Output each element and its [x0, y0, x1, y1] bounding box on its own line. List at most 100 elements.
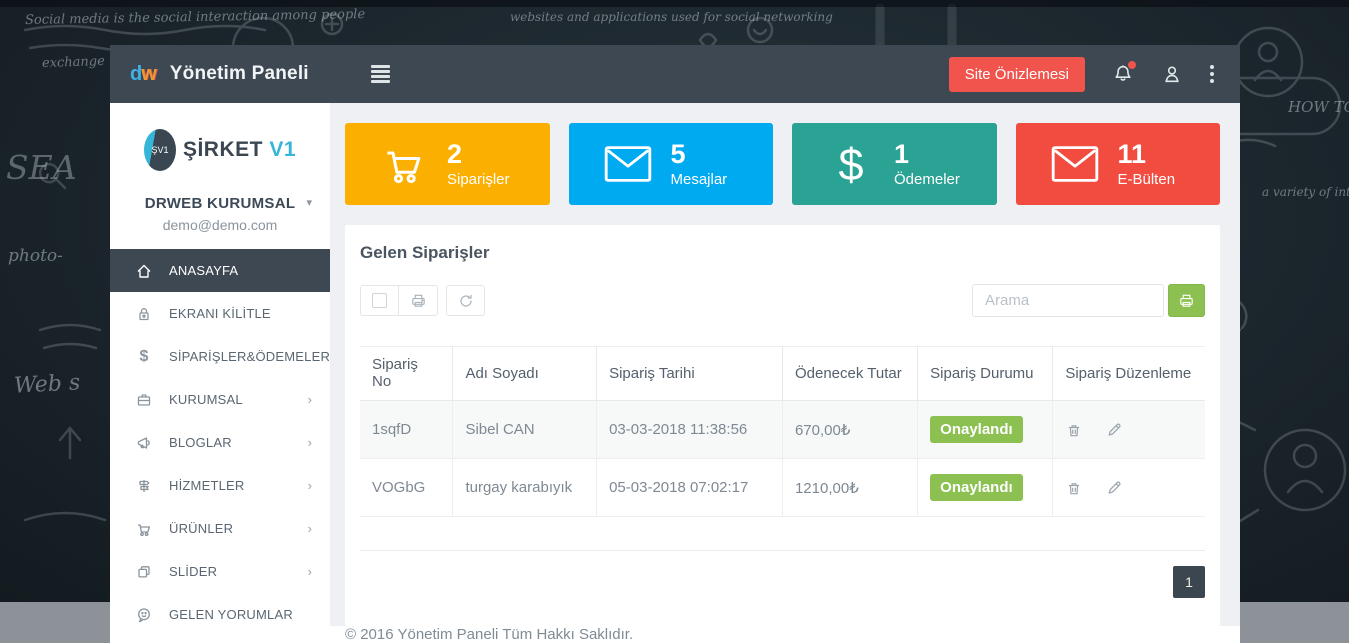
- account-caret-down-icon[interactable]: ▾: [306, 196, 312, 209]
- table-row: VOGbG turgay karabıyık 05-03-2018 07:02:…: [360, 459, 1205, 517]
- chalk-text: exchange: [42, 54, 105, 71]
- main-content: 2 Siparişler 5 Mesajlar: [330, 103, 1240, 643]
- mail-icon: [1044, 145, 1106, 183]
- sidebar-item-label: GELEN YORUMLAR: [169, 607, 293, 622]
- sidebar-item-hizmetler[interactable]: HİZMETLER ›: [110, 464, 330, 507]
- col-header-siparis-no: Sipariş No: [360, 347, 453, 401]
- stat-value: 2: [447, 140, 510, 168]
- cell-order-no: VOGbG: [360, 459, 453, 517]
- layers-icon: [134, 563, 154, 581]
- signpost-icon: [134, 477, 154, 495]
- sidebar-item-bloglar[interactable]: BLOGLAR ›: [110, 421, 330, 464]
- company-logo-badge: ŞV1: [144, 129, 176, 171]
- notification-badge-dot: [1128, 61, 1136, 69]
- cell-customer-name: turgay karabıyık: [453, 459, 597, 517]
- chalk-text: websites and applications used for socia…: [510, 10, 833, 24]
- select-all-button[interactable]: [360, 285, 399, 316]
- print-button[interactable]: [399, 285, 438, 316]
- top-navbar: dw Yönetim Paneli Site Önizlemesi: [110, 45, 1240, 103]
- background-gray-patch: [0, 602, 110, 643]
- dollar-icon: $: [820, 142, 882, 187]
- stat-card-mesajlar[interactable]: 5 Mesajlar: [569, 123, 774, 205]
- company-version: V1: [269, 138, 296, 161]
- company-name: ŞİRKET: [183, 138, 263, 161]
- page-1-button[interactable]: 1: [1173, 566, 1205, 598]
- table-header-row: Sipariş No Adı Soyadı Sipariş Tarihi Öde…: [360, 347, 1205, 401]
- stat-card-ebulten[interactable]: 11 E-Bülten: [1016, 123, 1221, 205]
- lock-icon: [134, 305, 154, 323]
- stat-label: Ödemeler: [894, 171, 960, 188]
- app-logo[interactable]: dw: [130, 63, 156, 86]
- stat-value: 5: [671, 140, 728, 168]
- sidebar-item-label: HİZMETLER: [169, 478, 244, 493]
- sidebar-item-label: SİPARİŞLER&ÖDEMELER: [169, 349, 330, 364]
- col-header-odenecek-tutar: Ödenecek Tutar: [782, 347, 917, 401]
- sidebar-item-slider[interactable]: SLİDER ›: [110, 550, 330, 593]
- orders-toolbar: [360, 284, 1205, 317]
- notifications-bell-icon[interactable]: [1112, 63, 1134, 85]
- sidebar-item-label: ÜRÜNLER: [169, 521, 233, 536]
- sidebar-menu: ANASAYFA EKRANI KİLİTLE $ SİPARİŞLER&ÖDE…: [110, 249, 330, 636]
- dollar-icon: $: [134, 348, 154, 366]
- chevron-right-icon: ›: [308, 392, 312, 407]
- panel-title: Gelen Siparişler: [360, 243, 1205, 263]
- chalk-text: photo-: [8, 246, 63, 266]
- sidebar-item-label: ANASAYFA: [169, 263, 238, 278]
- sidebar-item-label: BLOGLAR: [169, 435, 232, 450]
- sidebar-toggle-icon[interactable]: [371, 65, 390, 83]
- col-header-siparis-tarihi: Sipariş Tarihi: [597, 347, 783, 401]
- cell-order-date: 03-03-2018 11:38:56: [597, 401, 783, 459]
- app-body: ŞV1 ŞİRKET V1 DRWEB KURUMSAL ▾ demo@demo…: [110, 103, 1240, 643]
- stat-label: Mesajlar: [671, 171, 728, 188]
- status-badge: Onaylandı: [930, 474, 1023, 501]
- app-title: Yönetim Paneli: [170, 63, 309, 85]
- cell-amount: 1210,00₺: [782, 459, 917, 517]
- status-badge: Onaylandı: [930, 416, 1023, 443]
- cell-order-no: 1sqfD: [360, 401, 453, 459]
- delete-icon[interactable]: [1065, 479, 1083, 497]
- orders-panel: Gelen Siparişler: [345, 225, 1220, 626]
- sidebar-item-anasayfa[interactable]: ANASAYFA: [110, 249, 330, 292]
- cell-order-date: 05-03-2018 07:02:17: [597, 459, 783, 517]
- chevron-right-icon: ›: [308, 564, 312, 579]
- chevron-right-icon: ›: [308, 435, 312, 450]
- sidebar-item-ekrani-kilitle[interactable]: EKRANI KİLİTLE: [110, 292, 330, 335]
- sidebar-item-siparisler-odemeler[interactable]: $ SİPARİŞLER&ÖDEMELER ›: [110, 335, 330, 378]
- select-all-checkbox[interactable]: [372, 293, 387, 308]
- copyright-text: © 2016 Yönetim Paneli Tüm Hakkı Saklıdır…: [345, 626, 633, 643]
- stat-card-siparisler[interactable]: 2 Siparişler: [345, 123, 550, 205]
- sidebar-item-gelen-yorumlar[interactable]: GELEN YORUMLAR: [110, 593, 330, 636]
- sidebar-item-label: KURUMSAL: [169, 392, 243, 407]
- sidebar-item-kurumsal[interactable]: KURUMSAL ›: [110, 378, 330, 421]
- col-header-siparis-durumu: Sipariş Durumu: [918, 347, 1053, 401]
- background-top-strip: [0, 0, 1349, 7]
- stat-label: E-Bülten: [1118, 171, 1176, 188]
- comment-smile-icon: [134, 606, 154, 624]
- refresh-button[interactable]: [446, 285, 485, 316]
- admin-panel-window: dw Yönetim Paneli Site Önizlemesi: [110, 45, 1240, 643]
- briefcase-icon: [134, 391, 154, 409]
- search-print-button[interactable]: [1168, 284, 1205, 317]
- chevron-right-icon: ›: [308, 521, 312, 536]
- pagination: 1: [360, 566, 1205, 598]
- more-options-icon[interactable]: [1210, 65, 1214, 83]
- user-profile-icon[interactable]: [1161, 63, 1183, 85]
- table-row: 1sqfD Sibel CAN 03-03-2018 11:38:56 670,…: [360, 401, 1205, 459]
- company-logo: ŞV1 ŞİRKET V1: [110, 129, 330, 171]
- edit-pencil-icon[interactable]: [1105, 420, 1124, 439]
- content-inner: 2 Siparişler 5 Mesajlar: [330, 103, 1240, 626]
- stat-card-odemeler[interactable]: $ 1 Ödemeler: [792, 123, 997, 205]
- chevron-right-icon: ›: [308, 478, 312, 493]
- site-preview-button[interactable]: Site Önizlemesi: [949, 57, 1085, 92]
- delete-icon[interactable]: [1065, 421, 1083, 439]
- edit-pencil-icon[interactable]: [1105, 478, 1124, 497]
- chalk-text: Web s: [13, 370, 80, 398]
- stat-value: 1: [894, 140, 960, 168]
- sidebar-item-urunler[interactable]: ÜRÜNLER ›: [110, 507, 330, 550]
- account-email: demo@demo.com: [110, 217, 330, 233]
- footer: © 2016 Yönetim Paneli Tüm Hakkı Saklıdır…: [330, 626, 1240, 643]
- stat-value: 11: [1118, 140, 1176, 168]
- chalk-text: HOW TO: [1288, 98, 1349, 116]
- home-icon: [134, 262, 154, 280]
- search-input[interactable]: [972, 284, 1164, 317]
